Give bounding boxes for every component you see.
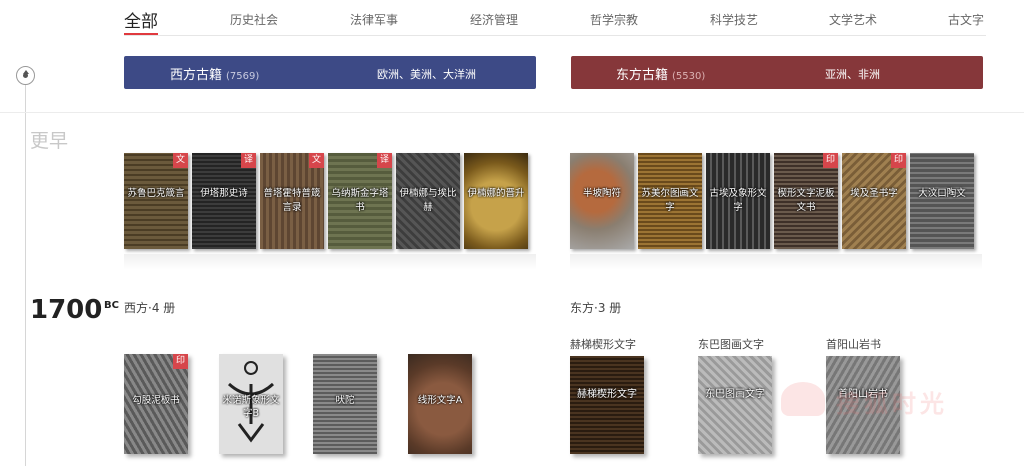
book-item[interactable]: 吠陀 [313,354,377,454]
book-item[interactable]: 苏鲁巴克箴言 文 [124,153,188,249]
era-label-earlier: 更早 [30,130,69,152]
book-title: 乌纳斯金字塔书 [331,188,389,213]
book-cover [910,153,974,249]
book-heading: 首阳山岩书 [826,338,881,351]
shelf-shadow [570,254,982,270]
book-title: 勾股泥板书 [132,395,180,406]
book-item[interactable]: 伊楠娜的晋升 [464,153,528,249]
east-banner-name: 东方古籍 [616,68,669,83]
watermark-logo-icon [781,382,825,416]
book-item[interactable]: 普塔霍特普箴言录 文 [260,153,324,249]
dot-icon [23,73,28,78]
west-region-banner[interactable]: 西方古籍 (7569) 欧洲、美洲、大洋洲 [124,56,536,89]
nav-item-history[interactable]: 历史社会 [230,11,278,28]
era-year: 1700 [30,295,103,325]
era-bc-suffix: BC [104,300,119,311]
category-nav: 全部 历史社会 法律军事 经济管理 哲学宗教 科学技艺 文学艺术 古文字 [124,0,986,36]
book-tag: 译 [241,153,256,168]
book-tag: 印 [823,153,838,168]
west-banner-regions: 欧洲、美洲、大洋洲 [377,68,476,81]
east-banner-count: (5530) [672,71,706,82]
nav-item-literature[interactable]: 文学艺术 [829,11,877,28]
nav-item-all[interactable]: 全部 [124,7,158,32]
book-title: 普塔霍特普箴言录 [263,188,321,213]
book-title: 古埃及象形文字 [709,188,767,213]
west-banner-name: 西方古籍 [170,68,223,83]
book-item[interactable]: 伊楠娜与埃比赫 [396,153,460,249]
book-item[interactable]: 古埃及象形文字 [706,153,770,249]
shelf-earlier-east: 半坡陶符 苏美尔图画文字 古埃及象形文字 楔形文字泥板文书 印 埃及圣书字 印 大汶… [570,153,982,251]
book-title: 苏鲁巴克箴言 [127,188,185,199]
book-cover [570,356,644,454]
nav-item-law[interactable]: 法律军事 [350,11,398,28]
west-banner-title: 西方古籍 (7569) [170,64,259,83]
book-title: 楔形文字泥板文书 [777,188,835,213]
book-heading: 东巴图画文字 [698,338,764,351]
east-banner-title: 东方古籍 (5530) [616,64,705,83]
book-title: 半坡陶符 [582,188,621,199]
book-tag: 印 [891,153,906,168]
book-item[interactable]: 半坡陶符 [570,153,634,249]
east-book-count: 东方·3 册 [570,301,622,315]
section-divider [0,112,1024,113]
book-heading: 赫梯楔形文字 [570,338,636,351]
west-banner-count: (7569) [226,71,260,82]
nav-item-ancient-script[interactable]: 古文字 [948,11,984,28]
book-item[interactable]: 埃及圣书字 印 [842,153,906,249]
book-item[interactable]: 勾股泥板书 印 [124,354,188,454]
book-title: 线形文字A [417,395,463,406]
nav-item-philosophy[interactable]: 哲学宗教 [590,11,638,28]
book-cover [570,153,634,249]
nav-item-economy[interactable]: 经济管理 [470,11,518,28]
book-item[interactable]: 乌纳斯金字塔书 译 [328,153,392,249]
book-tag: 文 [173,153,188,168]
book-title: 埃及圣书字 [850,188,898,199]
book-title: 伊塔那史诗 [200,188,248,199]
book-item[interactable]: 东巴图画文字 [698,356,772,454]
book-title: 东巴图画文字 [705,389,765,400]
book-item[interactable]: 苏美尔图画文字 [638,153,702,249]
book-item[interactable]: 伊塔那史诗 译 [192,153,256,249]
shelf-shadow [124,254,536,270]
book-tag: 译 [377,153,392,168]
book-title: 伊楠娜与埃比赫 [399,188,457,213]
timeline-line [25,84,26,466]
timeline-top-button[interactable] [16,66,35,85]
east-region-banner[interactable]: 东方古籍 (5530) 亚洲、非洲 [571,56,983,89]
book-title: 伊楠娜的晋升 [467,188,525,199]
east-banner-regions: 亚洲、非洲 [825,68,880,81]
book-item[interactable]: 大汶口陶文 [910,153,974,249]
watermark-text: 搜狐时光 [836,390,948,418]
book-cover [464,153,528,249]
book-item[interactable]: 楔形文字泥板文书 印 [774,153,838,249]
nav-item-science[interactable]: 科学技艺 [710,11,758,28]
book-cover [698,356,772,454]
book-title: 大汶口陶文 [918,188,966,199]
book-title: 赫梯楔形文字 [577,389,637,400]
shelf-earlier-west: 苏鲁巴克箴言 文 伊塔那史诗 译 普塔霍特普箴言录 文 乌纳斯金字塔书 译 伊楠娜与埃比… [124,153,536,251]
book-item[interactable]: 赫梯楔形文字 [570,356,644,454]
book-title: 苏美尔图画文字 [641,188,699,213]
book-title: 吠陀 [335,395,355,406]
book-tag: 文 [309,153,324,168]
book-item[interactable]: 米诺斯象形文字B [219,354,283,454]
book-tag: 印 [173,354,188,369]
nav-active-underline [124,33,158,35]
west-book-count: 西方·4 册 [124,301,176,315]
book-title: 米诺斯象形文字B [222,395,280,419]
book-item[interactable]: 线形文字A [408,354,472,454]
